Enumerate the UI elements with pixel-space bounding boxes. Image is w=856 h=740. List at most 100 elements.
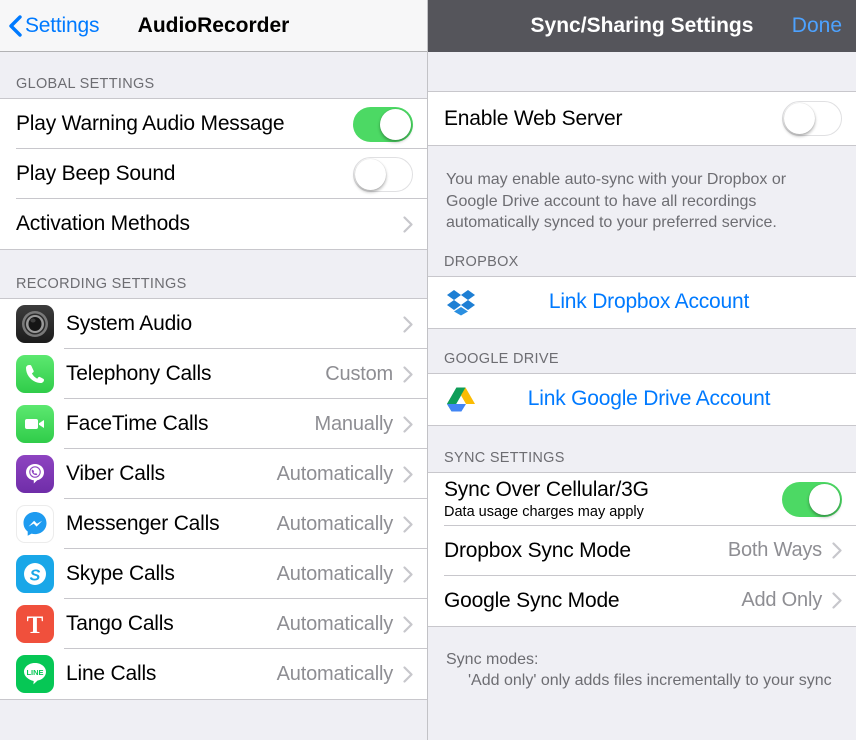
row-label: Enable Web Server [444, 106, 623, 130]
play-warning-audio-message-toggle[interactable] [353, 106, 413, 142]
dual-pane-screen: Settings AudioRecorder GLOBAL SETTINGS P… [0, 0, 856, 740]
link-google-drive-account-row[interactable]: Link Google Drive Account [428, 373, 856, 425]
row-value: Add Only [741, 589, 822, 612]
row-viber-calls[interactable]: Viber Calls Automatically [0, 449, 427, 499]
toggle-knob [355, 158, 386, 190]
row-sync-over-cellular[interactable]: Sync Over Cellular/3G Data usage charges… [428, 472, 856, 526]
row-google-sync-mode[interactable]: Google Sync Mode Add Only [428, 575, 856, 626]
spacer [0, 250, 427, 272]
link-dropbox-account-row[interactable]: Link Dropbox Account [428, 276, 856, 328]
row-skype-calls[interactable]: S Skype Calls Automatically [0, 549, 427, 599]
row-label: Google Sync Mode [444, 588, 620, 612]
sync-settings-group: Sync Over Cellular/3G Data usage charges… [428, 471, 856, 627]
row-value: Automatically [276, 612, 394, 635]
row-value: Both Ways [727, 539, 822, 562]
row-play-beep-sound[interactable]: Play Beep Sound [0, 149, 427, 199]
row-activation-methods[interactable]: Activation Methods [0, 199, 427, 249]
chevron-right-icon [403, 465, 413, 483]
recording-settings-group: System Audio Telephony Calls Custom Face… [0, 298, 427, 700]
svg-text:S: S [30, 568, 41, 585]
section-header-dropbox: DROPBOX [444, 253, 519, 270]
chevron-right-icon [403, 515, 413, 533]
chevron-right-icon [403, 615, 413, 633]
tango-icon: T [16, 605, 54, 643]
chevron-right-icon [403, 215, 413, 233]
row-label: Play Warning Audio Message [16, 112, 285, 135]
chevron-right-icon [403, 315, 413, 333]
row-telephony-calls[interactable]: Telephony Calls Custom [0, 349, 427, 399]
row-tango-calls[interactable]: T Tango Calls Automatically [0, 599, 427, 649]
web-server-group: Enable Web Server [428, 91, 856, 146]
messenger-icon [16, 505, 54, 543]
chevron-right-icon [403, 365, 413, 383]
row-value: Custom [325, 362, 393, 385]
section-header-google-drive: GOOGLE DRIVE [444, 350, 559, 367]
spacer [428, 233, 856, 252]
row-value: Automatically [276, 512, 394, 535]
line-icon: LINE [16, 655, 54, 693]
sync-intro-note: You may enable auto-sync with your Dropb… [446, 171, 787, 232]
skype-icon: S [16, 555, 54, 593]
chevron-right-icon [403, 665, 413, 683]
viber-icon [16, 455, 54, 493]
sync-sharing-settings-pane: Sync/Sharing Settings Done Enable Web Se… [428, 0, 856, 740]
section-header-global-settings: GLOBAL SETTINGS [16, 76, 155, 92]
chevron-right-icon [403, 565, 413, 583]
row-value: Automatically [276, 662, 394, 685]
chevron-right-icon [832, 592, 842, 609]
toggle-knob [809, 483, 840, 515]
row-label: Dropbox Sync Mode [444, 538, 631, 562]
back-button-label: Settings [25, 13, 100, 37]
row-dropbox-sync-mode[interactable]: Dropbox Sync Mode Both Ways [428, 525, 856, 576]
spacer [428, 328, 856, 349]
toggle-knob [784, 103, 815, 134]
done-button[interactable]: Done [792, 14, 842, 38]
audiorecorder-settings-pane: Settings AudioRecorder GLOBAL SETTINGS P… [0, 0, 428, 740]
sync-modes-footer: Sync modes: 'Add only' only adds files i… [428, 627, 856, 692]
chevron-right-icon [403, 415, 413, 433]
row-messenger-calls[interactable]: Messenger Calls Automatically [0, 499, 427, 549]
right-navigation-bar: Sync/Sharing Settings Done [428, 0, 856, 52]
back-to-settings-button[interactable]: Settings [0, 14, 99, 38]
row-play-warning-audio-message[interactable]: Play Warning Audio Message [0, 99, 427, 149]
google-drive-icon [444, 382, 478, 416]
spacer [428, 425, 856, 448]
enable-web-server-toggle[interactable] [782, 101, 842, 136]
sync-over-cellular-toggle[interactable] [782, 481, 842, 517]
row-label: Viber Calls [66, 462, 165, 485]
link-google-drive-account-label: Link Google Drive Account [527, 387, 771, 411]
row-system-audio[interactable]: System Audio [0, 299, 427, 349]
spacer [0, 52, 427, 72]
row-label: Play Beep Sound [16, 162, 176, 185]
google-drive-group: Link Google Drive Account [428, 372, 856, 426]
sync-modes-footer-line2: 'Add only' only adds files incrementally… [468, 672, 832, 690]
spacer [428, 52, 856, 91]
chevron-right-icon [832, 542, 842, 559]
row-label-stack: Sync Over Cellular/3G Data usage charges… [444, 478, 649, 520]
link-dropbox-account-label: Link Dropbox Account [548, 290, 750, 314]
row-label: Telephony Calls [66, 362, 212, 385]
row-facetime-calls[interactable]: FaceTime Calls Manually [0, 399, 427, 449]
row-label: Activation Methods [16, 212, 190, 235]
play-beep-sound-toggle[interactable] [353, 156, 413, 192]
chevron-left-icon [8, 14, 22, 38]
row-label: Messenger Calls [66, 512, 220, 535]
section-header-recording-settings: RECORDING SETTINGS [16, 276, 187, 292]
row-label: Sync Over Cellular/3G [444, 478, 649, 502]
global-settings-group: Play Warning Audio Message Play Beep Sou… [0, 98, 427, 250]
left-navigation-bar: Settings AudioRecorder [0, 0, 427, 52]
row-line-calls[interactable]: LINE Line Calls Automatically [0, 649, 427, 699]
dropbox-icon [444, 285, 478, 319]
row-label: Tango Calls [66, 612, 174, 635]
row-value: Automatically [276, 462, 394, 485]
svg-text:LINE: LINE [26, 668, 43, 677]
row-sublabel: Data usage charges may apply [444, 503, 644, 520]
row-label: System Audio [66, 312, 192, 335]
row-enable-web-server[interactable]: Enable Web Server [428, 92, 856, 145]
facetime-icon [16, 405, 54, 443]
section-header-sync-settings: SYNC SETTINGS [444, 449, 565, 466]
svg-text:T: T [27, 612, 44, 639]
toggle-knob [380, 108, 411, 140]
row-value: Manually [314, 412, 394, 435]
dropbox-group: Link Dropbox Account [428, 275, 856, 329]
